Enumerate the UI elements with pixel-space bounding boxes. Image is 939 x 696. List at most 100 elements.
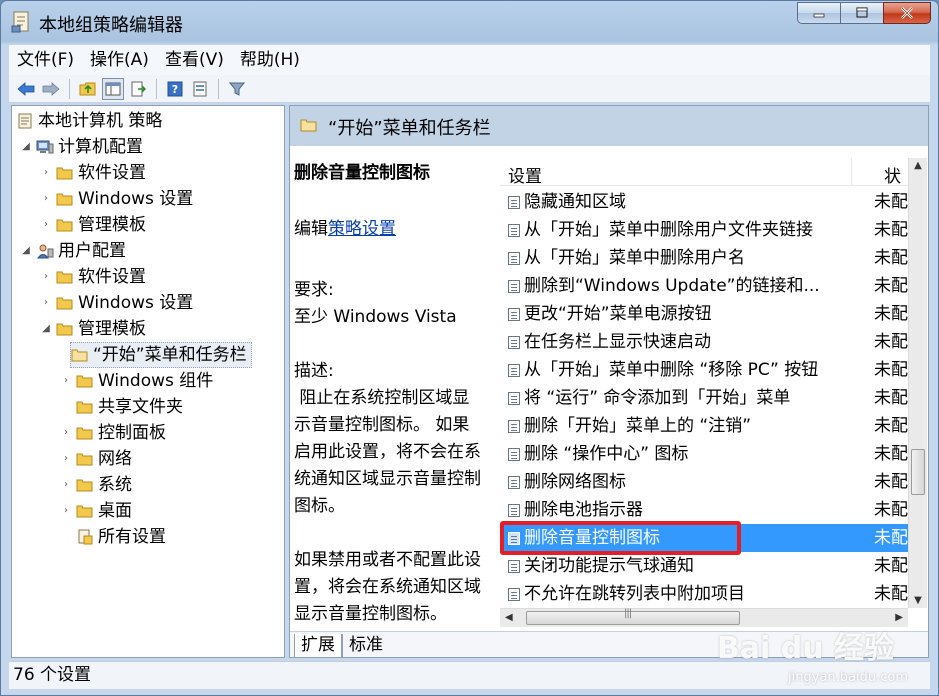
tree-node-root[interactable]: 本地计算机 策略 (16, 108, 162, 134)
edit-prefix: 编辑 (294, 219, 328, 239)
tree-node-computer-config[interactable]: ◢ 计算机配置 (20, 134, 143, 160)
tab-extended[interactable]: 扩展 (294, 634, 342, 657)
menu-action[interactable]: 操作(A) (82, 46, 157, 74)
horizontal-scroll-thumb[interactable] (526, 608, 740, 625)
scroll-down-icon[interactable]: ▼ (912, 595, 924, 606)
forward-icon (42, 81, 60, 96)
expanded-arrow-icon[interactable]: ◢ (20, 238, 32, 264)
tree-label: 控制面板 (98, 423, 166, 443)
maximize-button[interactable] (840, 2, 884, 24)
tree-node-user-config[interactable]: ◢ 用户配置 (20, 238, 126, 264)
tree-node-uc-software[interactable]: › 软件设置 (40, 264, 146, 290)
tree-node-windows-components[interactable]: › Windows 组件 (60, 368, 213, 394)
vertical-scrollbar[interactable]: ▲ ▼ (908, 158, 927, 608)
forward-button[interactable] (40, 78, 62, 100)
tree-node-system[interactable]: › 系统 (60, 472, 132, 498)
tree-node-all-settings[interactable]: 所有设置 (76, 524, 166, 550)
table-row[interactable]: 从「开始」菜单中删除 “移除 PC” 按钮未配置 (500, 356, 914, 384)
collapsed-arrow-icon[interactable]: › (40, 264, 52, 290)
tab-standard[interactable]: 标准 (342, 634, 389, 657)
filter-icon (229, 82, 245, 96)
tree-node-cc-windows[interactable]: › Windows 设置 (40, 186, 193, 212)
tree-node-network[interactable]: › 网络 (60, 446, 132, 472)
collapsed-arrow-icon[interactable]: › (60, 472, 72, 498)
title-bar[interactable]: 本地组策略编辑器 (1, 1, 938, 45)
tree-label: 计算机配置 (58, 137, 143, 157)
expanded-arrow-icon[interactable]: ◢ (20, 134, 32, 160)
column-header-state[interactable]: 状 (884, 162, 901, 187)
table-row[interactable]: 不允许在跳转列表中附加项目未配置 (500, 580, 914, 608)
description-text: 阻止在系统控制区域显示音量控制图标。 如果启用此设置，将不会在系统通知区域显示音… (294, 388, 481, 516)
table-row[interactable]: 删除网络图标未配置 (500, 468, 914, 496)
table-row[interactable]: 从「开始」菜单中删除用户文件夹链接未配置 (500, 216, 914, 244)
properties-icon (193, 81, 207, 96)
vertical-scroll-thumb[interactable] (911, 449, 925, 495)
collapsed-arrow-icon[interactable]: › (40, 160, 52, 186)
table-row[interactable]: 关闭功能提示气球通知未配置 (500, 552, 914, 580)
tree-node-uc-windows[interactable]: › Windows 设置 (40, 290, 193, 316)
folder-icon (300, 119, 317, 132)
policy-editor-icon (11, 11, 29, 33)
collapsed-arrow-icon[interactable]: › (40, 212, 52, 238)
tree-node-control-panel[interactable]: › 控制面板 (60, 420, 166, 446)
filter-button[interactable] (226, 78, 248, 100)
collapsed-arrow-icon[interactable]: › (40, 186, 52, 212)
folder-icon (76, 505, 93, 518)
menu-file[interactable]: 文件(F) (9, 46, 82, 74)
tree-node-uc-admin[interactable]: ◢ 管理模板 (40, 316, 146, 342)
collapsed-arrow-icon[interactable]: › (60, 420, 72, 446)
setting-name: 将 “运行” 命令添加到「开始」菜单 (524, 388, 791, 408)
scroll-left-icon[interactable]: ◀ (505, 612, 513, 623)
tree-node-cc-admin[interactable]: › 管理模板 (40, 212, 146, 238)
tree-label: 软件设置 (78, 163, 146, 183)
minimize-button[interactable] (797, 2, 841, 24)
tree-node-shared-folders[interactable]: 共享文件夹 (76, 394, 183, 420)
table-row[interactable]: 隐藏通知区域未配置 (500, 188, 914, 216)
menu-help[interactable]: 帮助(H) (232, 46, 308, 74)
table-row[interactable]: 删除 “操作中心” 图标未配置 (500, 440, 914, 468)
tree-node-desktop[interactable]: › 桌面 (60, 498, 132, 524)
collapsed-arrow-icon[interactable]: › (60, 446, 72, 472)
tree-node-cc-software[interactable]: › 软件设置 (40, 160, 146, 186)
setting-name: 不允许在跳转列表中附加项目 (524, 584, 745, 604)
table-row[interactable]: 从「开始」菜单中删除用户名未配置 (500, 244, 914, 272)
properties-button[interactable] (189, 78, 211, 100)
show-hide-tree-button[interactable] (102, 77, 124, 100)
tree-label: 系统 (98, 475, 132, 495)
tree-label: 所有设置 (98, 527, 166, 547)
scroll-up-icon[interactable]: ▲ (912, 160, 924, 171)
export-list-button[interactable] (127, 78, 149, 100)
policy-settings-link[interactable]: 策略设置 (328, 219, 396, 239)
collapsed-arrow-icon[interactable]: › (60, 498, 72, 524)
table-row[interactable]: 删除电池指示器未配置 (500, 496, 914, 524)
table-row[interactable]: 将 “运行” 命令添加到「开始」菜单未配置 (500, 384, 914, 412)
collapsed-arrow-icon[interactable]: › (60, 368, 72, 394)
settings-list: 设置 状 隐藏通知区域未配置从「开始」菜单中删除用户文件夹链接未配置从「开始」菜… (500, 158, 927, 629)
table-row-selected[interactable]: 删除音量控制图标未配置 (500, 521, 914, 555)
column-header-setting[interactable]: 设置 (508, 162, 542, 187)
table-row[interactable]: 更改“开始”菜单电源按钮未配置 (500, 300, 914, 328)
window-title: 本地组策略编辑器 (39, 15, 183, 36)
menu-view[interactable]: 查看(V) (157, 46, 232, 74)
column-divider[interactable] (851, 158, 852, 186)
back-icon (17, 81, 35, 96)
help-button[interactable]: ? (164, 78, 186, 100)
table-row[interactable]: 在任务栏上显示快速启动未配置 (500, 328, 914, 356)
help-icon: ? (167, 81, 183, 96)
expanded-arrow-icon[interactable]: ◢ (40, 316, 52, 342)
collapsed-arrow-icon[interactable]: › (40, 290, 52, 316)
close-button[interactable] (883, 2, 931, 24)
up-folder-button[interactable] (77, 78, 99, 100)
table-row[interactable]: 删除到“Windows Update”的链接和...未配置 (500, 272, 914, 300)
policy-setting-icon (508, 448, 520, 461)
scroll-right-icon[interactable]: ▶ (895, 612, 903, 623)
tree-node-start-menu-taskbar[interactable]: “开始”菜单和任务栏 (70, 342, 252, 368)
policy-setting-icon (508, 476, 520, 489)
export-list-icon (131, 81, 146, 96)
all-settings-icon (78, 529, 93, 545)
setting-name: 删除到“Windows Update”的链接和... (524, 276, 820, 296)
table-row[interactable]: 删除「开始」菜单上的 “注销”未配置 (500, 412, 914, 440)
back-button[interactable] (15, 78, 37, 100)
user-icon (37, 244, 54, 259)
